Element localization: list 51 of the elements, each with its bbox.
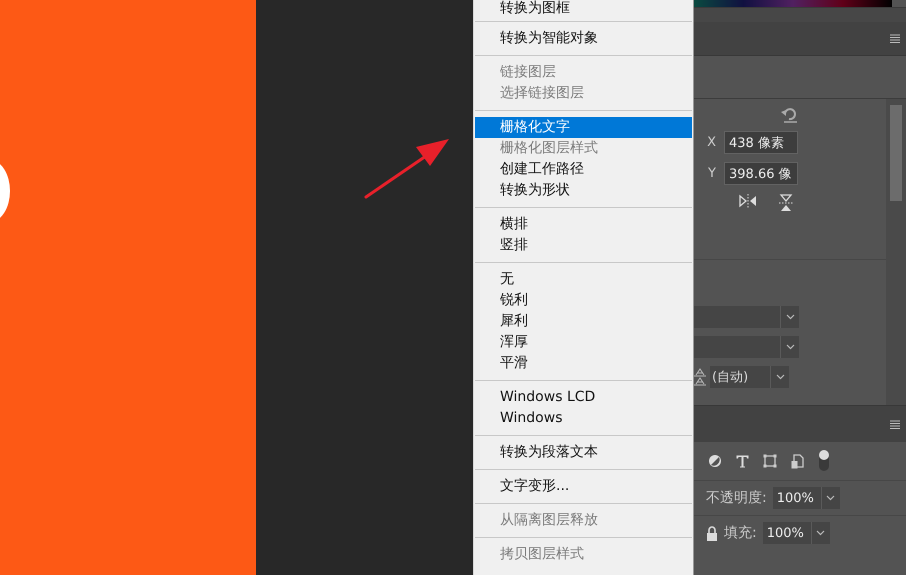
menu-item[interactable]: 转换为段落文本 xyxy=(475,442,692,463)
menu-item[interactable]: 犀利 xyxy=(475,311,692,332)
x-label: X xyxy=(707,135,716,150)
flip-vertical-icon[interactable] xyxy=(778,193,794,213)
dropdown-button[interactable] xyxy=(810,522,830,544)
dropdown-button[interactable] xyxy=(780,336,799,358)
chevron-down-icon xyxy=(816,530,826,536)
chevron-down-icon xyxy=(786,314,794,320)
lock-icon[interactable] xyxy=(706,526,718,540)
dropdown-button[interactable] xyxy=(820,487,840,509)
menu-item[interactable]: 创建工作路径 xyxy=(475,159,692,180)
dropdown-button[interactable] xyxy=(780,306,799,328)
fill-field[interactable]: 100% xyxy=(762,522,811,544)
opacity-label: 不透明度: xyxy=(706,489,767,507)
menu-item[interactable]: 转换为形状 xyxy=(475,180,692,201)
y-field[interactable]: 398.66 像 xyxy=(724,162,798,185)
leading-field[interactable]: (自动) xyxy=(710,366,770,388)
menu-item[interactable]: 横排 xyxy=(475,214,692,235)
menu-item[interactable]: 栅格化文字 xyxy=(475,117,692,138)
font-dropdown-field[interactable] xyxy=(694,306,780,328)
menu-item[interactable]: 平滑 xyxy=(475,353,692,374)
reset-icon[interactable] xyxy=(780,107,798,123)
menu-item[interactable]: 无 xyxy=(475,269,692,290)
scrollbar[interactable] xyxy=(886,99,906,405)
menu-item[interactable]: 转换为图框 xyxy=(475,0,692,17)
chevron-down-icon xyxy=(786,344,794,350)
type-filter-icon[interactable] xyxy=(736,454,749,468)
flip-horizontal-icon[interactable] xyxy=(738,193,758,209)
panel-menu-icon[interactable] xyxy=(890,420,900,428)
menu-item[interactable]: Windows xyxy=(475,408,692,429)
adjustment-filter-icon[interactable] xyxy=(708,454,722,468)
panel-menu-icon[interactable] xyxy=(890,34,900,43)
color-spectrum[interactable] xyxy=(694,0,892,7)
menu-item[interactable]: 文字变形... xyxy=(475,476,692,497)
menu-item[interactable]: Windows LCD xyxy=(475,387,692,408)
smart-object-filter-icon[interactable] xyxy=(791,454,804,468)
menu-item[interactable]: 锐利 xyxy=(475,290,692,311)
fill-label: 填充: xyxy=(724,524,757,542)
leading-icon xyxy=(694,368,706,386)
filter-toggle-icon[interactable] xyxy=(818,450,830,472)
opacity-field[interactable]: 100% xyxy=(772,487,821,509)
y-label: Y xyxy=(708,166,716,181)
style-dropdown-field[interactable] xyxy=(694,336,780,358)
chevron-down-icon xyxy=(826,495,836,501)
dropdown-button[interactable] xyxy=(770,366,789,388)
menu-item[interactable]: 转换为智能对象 xyxy=(475,28,692,49)
menu-item[interactable]: 竖排 xyxy=(475,235,692,256)
menu-item[interactable]: 浑厚 xyxy=(475,332,692,353)
chevron-down-icon xyxy=(776,374,784,380)
x-field[interactable]: 438 像素 xyxy=(724,131,798,154)
shape-filter-icon[interactable] xyxy=(763,454,777,468)
